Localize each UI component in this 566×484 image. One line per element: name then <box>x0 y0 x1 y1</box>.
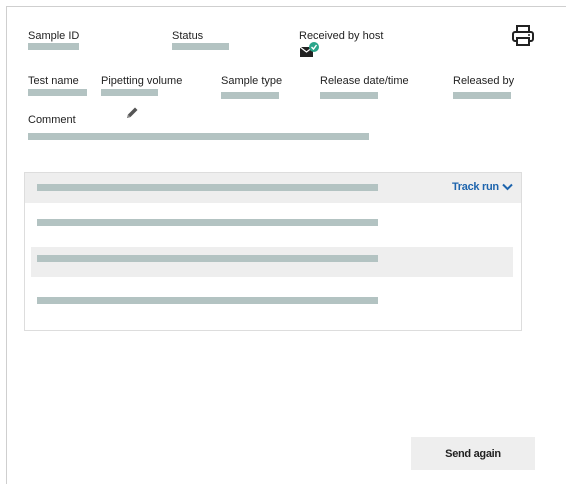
status-label: Status <box>172 30 204 42</box>
test-name-label: Test name <box>28 75 79 87</box>
sample-type-value-placeholder <box>221 92 279 99</box>
sample-type-label: Sample type <box>221 75 283 87</box>
frame-top-border <box>6 6 566 7</box>
status-value-placeholder <box>172 43 229 50</box>
released-by-label: Released by <box>453 75 515 87</box>
release-datetime-label: Release date/time <box>320 75 409 87</box>
pipetting-volume-label: Pipetting volume <box>101 75 183 87</box>
comment-label: Comment <box>28 114 76 126</box>
sample-id-value-placeholder <box>28 43 79 50</box>
printer-icon[interactable] <box>511 24 535 48</box>
track-run-label: Track run <box>452 181 499 193</box>
list-item-placeholder <box>37 255 378 262</box>
pipetting-volume-value-placeholder <box>101 89 158 96</box>
comment-value-placeholder <box>28 133 369 140</box>
list-item-placeholder <box>37 219 378 226</box>
track-run-link[interactable]: Track run <box>452 181 513 193</box>
envelope-check-icon <box>299 42 319 57</box>
list-item-placeholder <box>37 297 378 304</box>
pencil-icon[interactable] <box>124 105 140 121</box>
release-datetime-value-placeholder <box>320 92 378 99</box>
chevron-down-icon <box>502 183 513 191</box>
list-item-highlighted <box>31 247 513 277</box>
track-run-panel: Track run <box>24 172 522 331</box>
frame-left-border <box>6 6 7 484</box>
test-name-value-placeholder <box>28 89 87 96</box>
sample-id-label: Sample ID <box>28 30 80 42</box>
released-by-value-placeholder <box>453 92 511 99</box>
send-again-button[interactable]: Send again <box>411 437 535 470</box>
panel-header-placeholder <box>37 184 378 191</box>
